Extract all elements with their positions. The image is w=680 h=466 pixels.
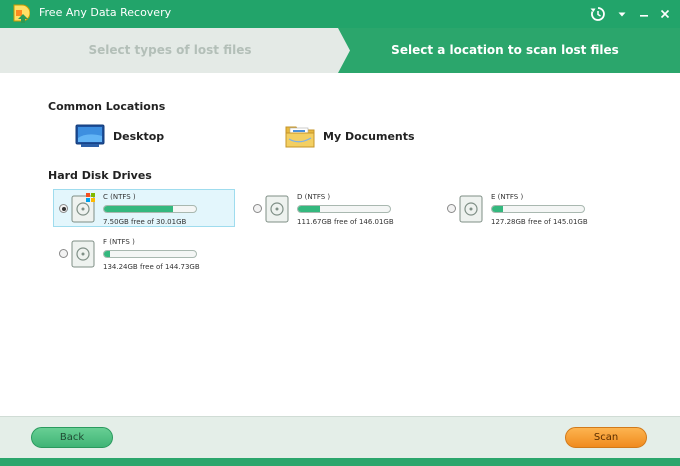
drive-f-usage-fill (104, 251, 111, 257)
close-icon[interactable] (655, 4, 675, 24)
hard-disk-drives-title: Hard Disk Drives (48, 169, 152, 182)
hard-drive-icon (71, 238, 97, 268)
common-locations-title: Common Locations (48, 100, 166, 113)
drive-d-usage-bar (297, 205, 391, 213)
minimize-icon[interactable] (634, 4, 654, 24)
drive-e[interactable]: E (NTFS ) 127.28GB free of 145.01GB (441, 189, 623, 227)
drive-c-free: 7.50GB free of 30.01GB (103, 218, 187, 226)
drive-c-usage-bar (103, 205, 197, 213)
drive-c-radio[interactable] (59, 204, 68, 213)
drive-c-usage-fill (104, 206, 173, 212)
bottom-strip (0, 458, 680, 466)
wizard-steps: Select types of lost files Select a loca… (0, 28, 680, 73)
desktop-label: Desktop (113, 130, 165, 143)
menu-dropdown-icon[interactable] (612, 4, 632, 24)
drive-d[interactable]: D (NTFS ) 111.67GB free of 146.01GB (247, 189, 429, 227)
drive-f-name: F (NTFS ) (103, 238, 135, 246)
step-1-label: Select types of lost files (88, 43, 252, 57)
drive-f-radio[interactable] (59, 249, 68, 258)
drive-d-usage-fill (298, 206, 321, 212)
title-bar: Free Any Data Recovery (0, 0, 680, 28)
desktop-icon (75, 123, 105, 149)
drive-d-radio[interactable] (253, 204, 262, 213)
app-title: Free Any Data Recovery (39, 6, 172, 19)
drive-f-free: 134.24GB free of 144.73GB (103, 263, 200, 271)
drive-e-radio[interactable] (447, 204, 456, 213)
step-2-label: Select a location to scan lost files (391, 43, 619, 57)
drive-e-usage-bar (491, 205, 585, 213)
scan-button[interactable]: Scan (565, 427, 647, 448)
hard-drive-icon (459, 193, 485, 223)
drive-d-free: 111.67GB free of 146.01GB (297, 218, 394, 226)
system-drive-icon (71, 193, 97, 223)
drive-e-free: 127.28GB free of 145.01GB (491, 218, 588, 226)
my-documents-label: My Documents (323, 130, 415, 143)
hard-drive-icon (265, 193, 291, 223)
drive-d-name: D (NTFS ) (297, 193, 331, 201)
documents-folder-icon (285, 123, 315, 149)
app-logo-icon (12, 4, 31, 24)
main-panel: Common Locations Desktop My Documents Ha… (0, 73, 680, 416)
back-button[interactable]: Back (31, 427, 113, 448)
footer-bar: Back Scan (0, 416, 680, 458)
location-desktop[interactable]: Desktop (75, 123, 195, 151)
location-my-documents[interactable]: My Documents (285, 123, 435, 151)
restore-history-icon[interactable] (588, 4, 608, 24)
drive-f[interactable]: F (NTFS ) 134.24GB free of 144.73GB (53, 234, 235, 272)
drive-e-name: E (NTFS ) (491, 193, 524, 201)
drive-c[interactable]: C (NTFS ) 7.50GB free of 30.01GB (53, 189, 235, 227)
drive-c-name: C (NTFS ) (103, 193, 136, 201)
drive-e-usage-fill (492, 206, 504, 212)
drive-f-usage-bar (103, 250, 197, 258)
